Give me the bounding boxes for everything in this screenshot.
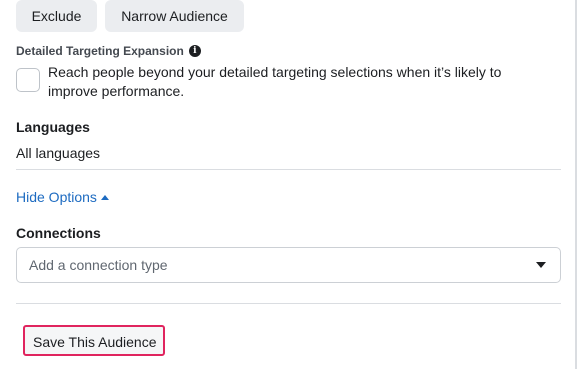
info-icon[interactable]: i — [188, 45, 201, 57]
chevron-down-icon — [536, 262, 546, 268]
detailed-targeting-expansion-label: Detailed Targeting Expansion — [16, 44, 184, 58]
detailed-targeting-expansion-description: Reach people beyond your detailed target… — [48, 64, 502, 99]
save-audience-button[interactable]: Save This Audience — [23, 325, 165, 356]
detailed-targeting-expansion-heading: Detailed Targeting Expansion i — [16, 44, 201, 58]
connection-type-select[interactable]: Add a connection type — [16, 247, 561, 283]
narrow-audience-button[interactable]: Narrow Audience — [105, 0, 244, 32]
audience-settings-panel: Exclude Narrow Audience Detailed Targeti… — [0, 0, 583, 369]
connection-type-placeholder: Add a connection type — [29, 257, 168, 273]
languages-label: Languages — [16, 119, 90, 135]
caret-up-icon — [100, 194, 109, 200]
section-divider — [16, 303, 561, 304]
detailed-targeting-expansion-checkbox[interactable] — [16, 68, 40, 92]
panel-border — [575, 0, 577, 369]
languages-value[interactable]: All languages — [16, 145, 100, 161]
hide-options-link[interactable]: Hide Options — [16, 189, 109, 205]
connections-label: Connections — [16, 225, 101, 241]
hide-options-label: Hide Options — [16, 189, 97, 205]
exclude-button[interactable]: Exclude — [16, 0, 97, 32]
section-divider — [16, 169, 561, 170]
save-audience-label: Save This Audience — [33, 334, 157, 350]
